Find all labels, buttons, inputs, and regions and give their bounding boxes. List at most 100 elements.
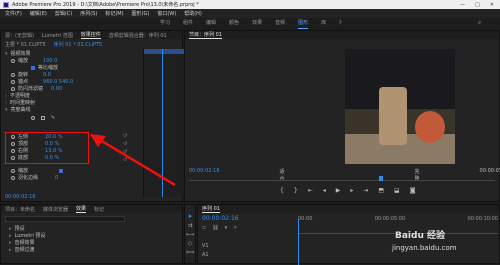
tab-audio-mixer[interactable]: 音频剪辑混合器：序列 01	[109, 32, 167, 39]
param-value[interactable]: 960.0 540.0	[43, 79, 73, 85]
ws-assembly[interactable]: 组件	[183, 19, 193, 29]
zoom-checkbox[interactable]	[59, 168, 64, 173]
timeline-playhead[interactable]	[298, 219, 299, 265]
crop-value[interactable]: 13.0 %	[45, 148, 62, 154]
ws-effects[interactable]: 效果	[252, 19, 262, 29]
wrench-icon[interactable]: ✧	[233, 225, 237, 231]
stopwatch-icon[interactable]	[11, 79, 15, 84]
link-icon[interactable]: ⛓	[212, 225, 218, 231]
ws-color[interactable]: 颜色	[229, 19, 239, 29]
collapse-icon[interactable]: ▾	[5, 107, 8, 113]
menu-sequence[interactable]: 序列(S)	[80, 10, 97, 17]
collapse-icon[interactable]: ▾	[5, 51, 8, 57]
go-to-in-icon[interactable]: ⇤	[308, 187, 313, 194]
track-select-tool-icon[interactable]: ⇉	[187, 222, 194, 229]
tab-project[interactable]: 项目：未命名	[5, 206, 35, 213]
tab-effect-controls[interactable]: 效果控件	[80, 31, 101, 39]
stopwatch-icon[interactable]	[11, 175, 15, 180]
extract-icon[interactable]: ⬓	[394, 187, 400, 194]
ripple-edit-tool-icon[interactable]: ⟷	[186, 231, 195, 238]
lift-icon[interactable]: ⬒	[378, 187, 384, 194]
stopwatch-icon[interactable]	[11, 141, 15, 146]
program-scrubber[interactable]	[189, 176, 495, 181]
razor-tool-icon[interactable]: ◇	[187, 240, 194, 247]
effect-timecode[interactable]: 00:00:02:16	[5, 194, 36, 200]
menu-marker[interactable]: 标记(M)	[105, 10, 123, 17]
param-value[interactable]: 100.0	[43, 58, 57, 64]
menu-clip[interactable]: 剪辑(C)	[55, 10, 72, 17]
menu-help[interactable]: 帮助(H)	[184, 10, 202, 17]
stopwatch-icon[interactable]	[11, 86, 15, 91]
tab-lumetri-scopes[interactable]: Lumetri 范围	[42, 32, 73, 39]
rect-mask-icon[interactable]	[41, 115, 45, 120]
menu-window[interactable]: 窗口(W)	[157, 10, 176, 17]
ws-libraries[interactable]: 库	[321, 19, 326, 29]
ruler-tick: 00:00:10:00	[467, 216, 498, 222]
mark-out-icon[interactable]: }	[294, 187, 298, 194]
selection-tool-icon[interactable]: ➤	[187, 213, 194, 220]
ws-more[interactable]: 》	[339, 19, 344, 29]
marker-icon[interactable]: ▾	[225, 225, 228, 231]
master-clip-label[interactable]: 主要 * 01.CLIPT5	[5, 41, 46, 48]
ws-editing[interactable]: 编辑	[206, 19, 216, 29]
param-value[interactable]: 0	[55, 175, 58, 181]
track-a1[interactable]: A1	[202, 252, 209, 258]
minimize-button[interactable]: —	[460, 2, 465, 8]
pen-mask-icon[interactable]: ✎	[51, 115, 55, 121]
mask-tools: ✎	[31, 114, 55, 121]
ws-audio[interactable]: 音频	[275, 19, 285, 29]
menu-file[interactable]: 文件(F)	[5, 10, 22, 17]
tab-effects[interactable]: 效果	[76, 205, 87, 213]
effect-controls-tabs: 源：(无剪辑) Lumetri 范围 效果控件 音频剪辑混合器：序列 01	[1, 31, 182, 39]
go-to-out-icon[interactable]: ⇥	[363, 187, 368, 194]
tab-media-browser[interactable]: 媒体浏览器	[43, 206, 68, 213]
program-video-frame[interactable]	[345, 49, 455, 164]
timeline-timecode[interactable]: 00:00:02:16	[202, 215, 239, 222]
effects-search-input[interactable]	[5, 216, 125, 222]
stopwatch-icon[interactable]	[11, 155, 15, 160]
expand-icon[interactable]: ›	[5, 93, 7, 99]
tab-program[interactable]: 节目：序列 01	[189, 31, 222, 39]
stopwatch-icon[interactable]	[11, 72, 15, 77]
timeline-panel: 序列 01 00:00:02:16 00:00 00:00:05:00 00:0…	[197, 204, 500, 265]
play-icon[interactable]: ▶	[336, 187, 341, 194]
tree-label: 音频效果	[14, 240, 35, 246]
close-button[interactable]: ✕	[490, 2, 494, 8]
tab-source[interactable]: 源：(无剪辑)	[5, 32, 34, 39]
effects-tree-item[interactable]: ▸ 音频效果	[9, 239, 35, 247]
timeline-ruler[interactable]: 00:00 00:00:05:00 00:00:10:00	[298, 216, 498, 222]
param-label: 旋转	[18, 72, 29, 78]
effects-tree-item[interactable]: ▸ 音频过渡	[9, 246, 35, 254]
stopwatch-icon[interactable]	[11, 58, 15, 63]
crop-value[interactable]: 20.0 %	[45, 134, 62, 140]
mark-in-icon[interactable]: {	[280, 187, 284, 194]
ws-learn[interactable]: 学习	[160, 19, 170, 29]
param-value[interactable]: 0.0	[43, 72, 51, 78]
expand-icon[interactable]: ›	[5, 100, 7, 106]
uniform-scale-checkbox[interactable]	[31, 65, 35, 70]
step-forward-icon[interactable]: ▸	[350, 187, 353, 194]
tab-markers[interactable]: 标记	[94, 206, 104, 213]
step-back-icon[interactable]: ◂	[323, 187, 326, 194]
stopwatch-icon[interactable]	[11, 134, 15, 139]
menu-edit[interactable]: 编辑(E)	[30, 10, 47, 17]
track-v1[interactable]: V1	[202, 243, 209, 249]
search-icon[interactable]: ⌕	[478, 19, 481, 27]
ellipse-mask-icon[interactable]	[31, 115, 35, 120]
effects-tree-item[interactable]: ▸ Lumetri 预设	[9, 232, 45, 240]
crop-value[interactable]: 0.0 %	[45, 155, 59, 161]
tab-sequence[interactable]: 序列 01	[202, 205, 220, 213]
effects-tree-item[interactable]: ▸ 预设	[9, 225, 25, 233]
stopwatch-icon[interactable]	[11, 148, 15, 153]
maximize-button[interactable]: □	[475, 2, 480, 8]
sequence-clip-label[interactable]: 序列 01 * 01.CLIPT5	[54, 41, 103, 48]
menu-graphics[interactable]: 图形(G)	[132, 10, 150, 17]
param-value[interactable]: 0.00	[51, 86, 62, 92]
program-playhead[interactable]	[379, 176, 383, 181]
export-frame-icon[interactable]: ◙	[410, 187, 416, 194]
slip-tool-icon[interactable]: ⟺	[186, 249, 195, 256]
snap-icon[interactable]: ⊂	[202, 225, 206, 231]
stopwatch-icon[interactable]	[11, 168, 15, 173]
crop-value[interactable]: 0.0 %	[45, 141, 59, 147]
ws-graphics[interactable]: 图形	[298, 19, 309, 29]
